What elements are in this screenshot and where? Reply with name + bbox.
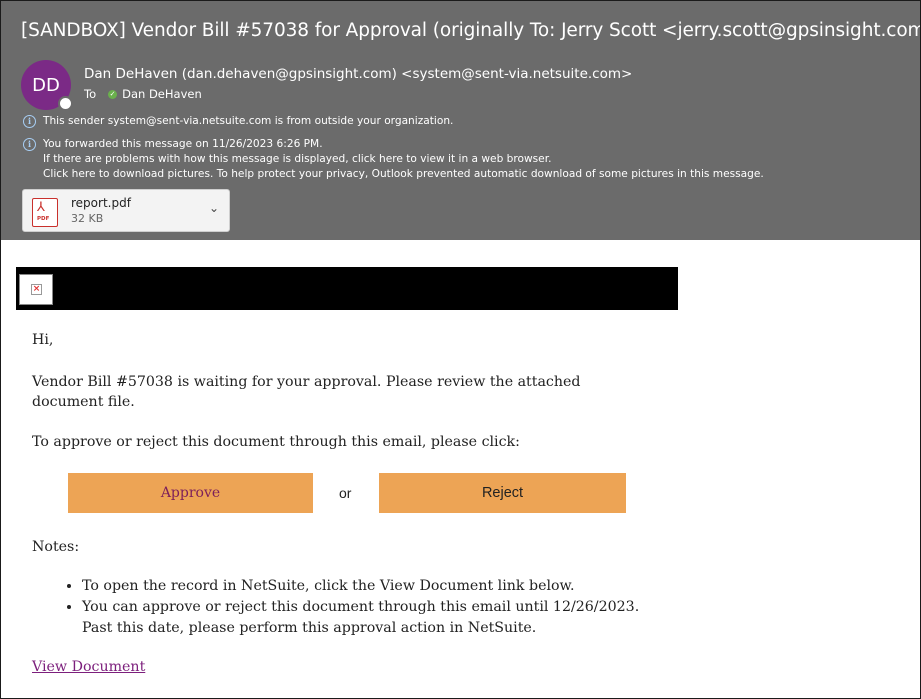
recipient-row: To ✓ Dan DeHaven (84, 87, 202, 101)
email-window: [SANDBOX] Vendor Bill #57038 for Approva… (0, 0, 921, 699)
to-label: To (84, 87, 97, 101)
notes-list: To open the record in NetSuite, click th… (51, 576, 672, 639)
instruction-text: To approve or reject this document throu… (32, 434, 520, 450)
close-icon: × (31, 284, 42, 295)
attachment-card[interactable]: ⅄ PDF report.pdf 32 KB ⌄ (22, 189, 230, 232)
greeting: Hi, (32, 332, 54, 348)
or-text: or (339, 485, 352, 501)
download-pictures-notice[interactable]: Click here to download pictures. To help… (43, 168, 764, 180)
forwarded-notice: You forwarded this message on 11/26/2023… (43, 138, 323, 150)
external-sender-notice: This sender system@sent-via.netsuite.com… (43, 115, 454, 127)
attachment-name: report.pdf (71, 196, 131, 210)
chevron-down-icon[interactable]: ⌄ (209, 201, 219, 215)
attachment-size: 32 KB (71, 212, 104, 225)
recipient-name[interactable]: Dan DeHaven (122, 87, 202, 101)
broken-image-icon: × (19, 274, 53, 305)
approve-button[interactable]: Approve (68, 473, 313, 513)
list-item: You can approve or reject this document … (82, 597, 672, 639)
check-icon: ✓ (108, 89, 118, 99)
email-banner: × (16, 267, 678, 310)
info-icon: i (23, 138, 36, 151)
email-header: [SANDBOX] Vendor Bill #57038 for Approva… (1, 1, 920, 240)
list-item: To open the record in NetSuite, click th… (82, 576, 672, 597)
sender-line[interactable]: Dan DeHaven (dan.dehaven@gpsinsight.com)… (84, 66, 632, 82)
email-subject: [SANDBOX] Vendor Bill #57038 for Approva… (21, 20, 921, 41)
avatar-initials: DD (32, 74, 60, 96)
view-in-browser-notice[interactable]: If there are problems with how this mess… (43, 153, 551, 165)
view-document-link[interactable]: View Document (32, 659, 145, 675)
approval-message: Vendor Bill #57038 is waiting for your a… (32, 374, 581, 410)
info-icon: i (23, 115, 36, 128)
pdf-icon: ⅄ PDF (32, 198, 58, 227)
reject-button[interactable]: Reject (379, 473, 626, 513)
presence-status-icon (58, 96, 73, 111)
notes-label: Notes: (32, 539, 80, 555)
